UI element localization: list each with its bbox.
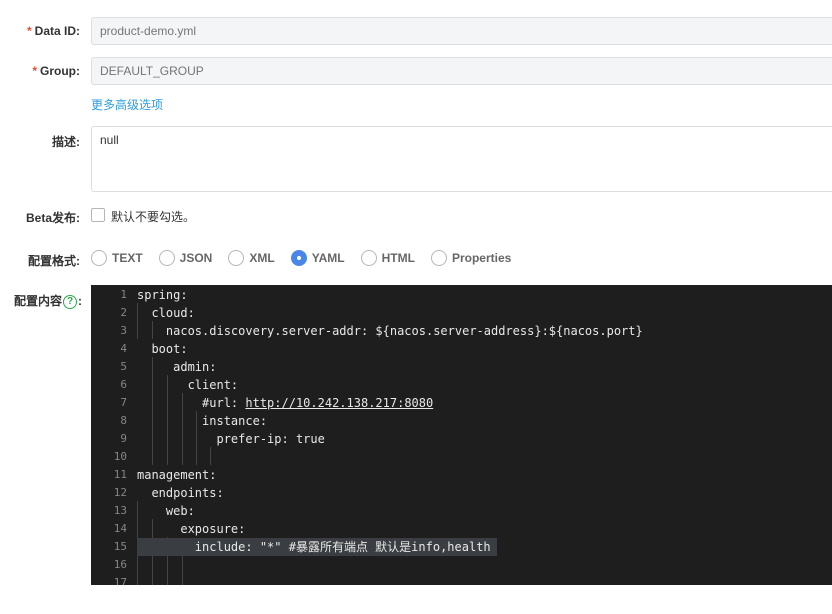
required-mark: * — [26, 24, 32, 38]
code-text: prefer-ip: true — [137, 432, 325, 446]
format-option-text[interactable]: TEXT — [91, 250, 143, 266]
group-input[interactable] — [91, 57, 832, 85]
data-id-label: * Data ID: — [26, 24, 80, 38]
code-line: 3 nacos.discovery.server-addr: ${nacos.s… — [91, 322, 832, 340]
radio-label: TEXT — [112, 251, 143, 265]
code-line: 10 — [91, 448, 832, 466]
line-number: 4 — [120, 342, 127, 355]
code-editor[interactable]: 1 spring: 2 cloud: 3 nacos.discovery.ser… — [91, 285, 832, 585]
format-option-xml[interactable]: XML — [228, 250, 275, 266]
code-text: admin: — [137, 360, 217, 374]
content-label: 配置内容?: — [13, 294, 82, 309]
line-number: 13 — [113, 504, 127, 517]
line-number: 9 — [120, 432, 127, 445]
code-line: 5 admin: — [91, 358, 832, 376]
radio-label: Properties — [451, 251, 512, 265]
format-option-yaml[interactable]: YAML — [290, 250, 345, 266]
line-number: 17 — [113, 576, 127, 585]
code-text-prefix: #url: — [137, 396, 246, 410]
group-label: * Group: — [32, 64, 80, 78]
description-label: 描述: — [52, 135, 80, 149]
line-number: 8 — [120, 414, 127, 427]
radio-label: YAML — [311, 251, 345, 265]
code-text: spring: — [137, 288, 188, 302]
line-number: 5 — [120, 360, 127, 373]
code-line: 8 instance: — [91, 412, 832, 430]
format-option-html[interactable]: HTML — [360, 250, 415, 266]
code-line: 13 web: — [91, 502, 832, 520]
line-number: 12 — [113, 486, 127, 499]
beta-checkbox[interactable] — [91, 208, 105, 222]
beta-label: Beta发布: — [25, 211, 80, 225]
line-number: 15 — [113, 540, 127, 553]
code-text: client: — [137, 378, 239, 392]
help-icon[interactable]: ? — [63, 294, 77, 309]
line-number: 16 — [113, 558, 127, 571]
code-text: nacos.discovery.server-addr: ${nacos.ser… — [137, 324, 643, 338]
description-textarea[interactable]: null — [91, 126, 832, 192]
code-text: exposure: — [137, 522, 246, 536]
radio-button[interactable] — [158, 250, 175, 266]
radio-button-selected[interactable] — [290, 250, 307, 266]
line-number: 14 — [113, 522, 127, 535]
code-text-highlighted: include: "*" #暴露所有端点 默认是info,health — [137, 538, 497, 556]
code-line: 4 boot: — [91, 340, 832, 358]
code-url[interactable]: http://10.242.138.217:8080 — [245, 396, 433, 410]
beta-checkbox-label: 默认不要勾选。 — [111, 210, 196, 224]
code-text: web: — [137, 504, 195, 518]
line-number: 7 — [120, 396, 127, 409]
code-text: instance: — [137, 414, 268, 428]
code-text: cloud: — [137, 306, 195, 320]
format-radio-group: TEXT JSON XML YAML HTML Properties — [91, 250, 527, 266]
format-label: 配置格式: — [28, 254, 80, 268]
advanced-options-link[interactable]: 更多高级选项 — [91, 96, 163, 113]
line-number: 2 — [120, 306, 127, 319]
code-line: 9 prefer-ip: true — [91, 430, 832, 448]
code-line: 1 spring: — [91, 286, 832, 304]
code-line: 2 cloud: — [91, 304, 832, 322]
line-number: 3 — [120, 324, 127, 337]
data-id-input[interactable] — [91, 17, 832, 45]
code-line: 6 client: — [91, 376, 832, 394]
radio-button[interactable] — [360, 250, 377, 266]
code-line-current: 15 include: "*" #暴露所有端点 默认是info,health — [91, 538, 832, 556]
code-line: 12 endpoints: — [91, 484, 832, 502]
line-number: 10 — [113, 450, 127, 463]
code-text: management: — [137, 468, 217, 482]
radio-label: HTML — [381, 251, 415, 265]
code-line: 16 — [91, 556, 832, 574]
code-line: 11 management: — [91, 466, 832, 484]
radio-label: JSON — [179, 251, 213, 265]
radio-button[interactable] — [91, 250, 107, 266]
radio-button[interactable] — [228, 250, 245, 266]
line-number: 11 — [113, 468, 127, 481]
radio-label: XML — [249, 251, 275, 265]
radio-button[interactable] — [430, 250, 447, 266]
format-option-json[interactable]: JSON — [158, 250, 213, 266]
code-line: 17 — [91, 574, 832, 585]
format-option-properties[interactable]: Properties — [430, 250, 512, 266]
code-text: #url: http://10.242.138.217:8080 — [137, 394, 433, 412]
code-text: boot: — [137, 342, 188, 356]
required-mark: * — [32, 64, 37, 78]
line-number: 6 — [120, 378, 127, 391]
code-text: endpoints: — [137, 486, 224, 500]
code-line: 7 #url: http://10.242.138.217:8080 — [91, 394, 832, 412]
code-line: 14 exposure: — [91, 520, 832, 538]
line-number: 1 — [120, 288, 127, 301]
